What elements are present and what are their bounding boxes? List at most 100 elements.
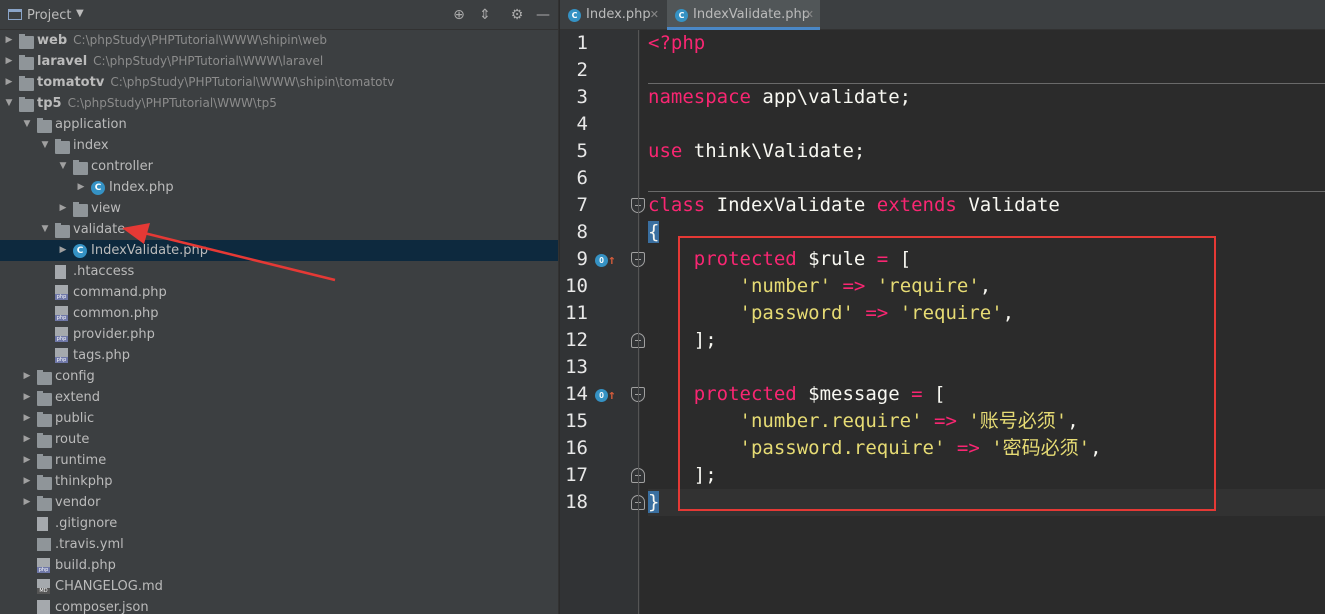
chevron-down-icon[interactable]: ▼ bbox=[22, 114, 32, 135]
tree-item-path: C:\phpStudy\PHPTutorial\WWW\shipin\tomat… bbox=[110, 75, 395, 89]
chevron-right-icon[interactable]: ▶ bbox=[22, 387, 32, 408]
code-token: , bbox=[979, 275, 992, 297]
tree-item[interactable]: ▶ web C:\phpStudy\PHPTutorial\WWW\shipin\w… bbox=[0, 30, 558, 51]
code-line[interactable] bbox=[648, 57, 1325, 84]
tree-item[interactable]: build.php bbox=[0, 555, 558, 576]
tree-item[interactable]: ▼ application bbox=[0, 114, 558, 135]
collapse-all-icon[interactable]: ⇕ bbox=[476, 6, 494, 24]
chevron-right-icon[interactable]: ▶ bbox=[22, 492, 32, 513]
tree-item[interactable]: provider.php bbox=[0, 324, 558, 345]
tree-item[interactable]: ▼ index bbox=[0, 135, 558, 156]
code-token: IndexValidate bbox=[705, 194, 877, 216]
chevron-right-icon[interactable]: ▶ bbox=[4, 72, 14, 93]
folder-icon bbox=[55, 223, 70, 238]
tree-item-path: C:\phpStudy\PHPTutorial\WWW\shipin\web bbox=[73, 33, 328, 47]
chevron-right-icon[interactable]: ▶ bbox=[4, 51, 14, 72]
tree-item[interactable]: .gitignore bbox=[0, 513, 558, 534]
gutter-line: 2 bbox=[560, 57, 640, 84]
tree-item[interactable]: composer.json bbox=[0, 597, 558, 614]
code-line[interactable]: ]; bbox=[648, 327, 1325, 354]
tree-item[interactable]: ▶ vendor bbox=[0, 492, 558, 513]
tree-item[interactable]: ▶ extend bbox=[0, 387, 558, 408]
gear-icon[interactable]: ⚙ bbox=[508, 6, 526, 24]
code-area[interactable]: 1 2 3 4 5 6 7 8 9 O ↑ 10 11 12 13 14 O ↑ 15 16 17 18 <?php nam… bbox=[560, 30, 1325, 614]
chevron-right-icon[interactable]: ▶ bbox=[22, 471, 32, 492]
code-line[interactable]: 'number.require' => '账号必须', bbox=[648, 408, 1325, 435]
tree-item[interactable]: ▶ public bbox=[0, 408, 558, 429]
php-file-icon bbox=[55, 285, 68, 300]
tree-item[interactable]: common.php bbox=[0, 303, 558, 324]
tree-item[interactable]: ▶ runtime bbox=[0, 450, 558, 471]
code-line[interactable]: 'password.require' => '密码必须', bbox=[648, 435, 1325, 462]
chevron-right-icon[interactable]: ▶ bbox=[76, 177, 86, 198]
tree-item[interactable]: ▶ thinkphp bbox=[0, 471, 558, 492]
tree-item[interactable]: ▼ controller bbox=[0, 156, 558, 177]
tree-item-label: tomatotv bbox=[37, 75, 105, 90]
chevron-right-icon[interactable]: ▶ bbox=[58, 240, 68, 261]
tree-item[interactable]: ▶ tomatotv C:\phpStudy\PHPTutorial\WWW\shi… bbox=[0, 72, 558, 93]
code-line[interactable]: 'password' => 'require', bbox=[648, 300, 1325, 327]
tree-item[interactable]: ▶ C IndexValidate.php bbox=[0, 240, 558, 261]
chevron-right-icon[interactable]: ▶ bbox=[4, 30, 14, 51]
code-line[interactable]: namespace app\validate; bbox=[648, 84, 1325, 111]
tree-item-text: provider.php bbox=[73, 324, 155, 345]
chevron-right-icon[interactable]: ▶ bbox=[22, 408, 32, 429]
code-line[interactable]: } bbox=[648, 489, 1325, 516]
chevron-down-icon[interactable]: ▼ bbox=[58, 156, 68, 177]
chevron-down-icon[interactable]: ▼ bbox=[40, 219, 50, 240]
code-line[interactable]: { bbox=[648, 219, 1325, 246]
tree-item-label: provider.php bbox=[73, 327, 155, 342]
tree-item[interactable]: ▶ laravel C:\phpStudy\PHPTutorial\WWW\lara… bbox=[0, 51, 558, 72]
tree-item[interactable]: .htaccess bbox=[0, 261, 558, 282]
project-icon bbox=[8, 9, 22, 20]
tree-item[interactable]: ▶ view bbox=[0, 198, 558, 219]
php-file-icon bbox=[55, 327, 68, 342]
tab-indexvalidate-php[interactable]: C IndexValidate.php ✕ bbox=[667, 0, 820, 30]
tree-item[interactable]: ▼ validate bbox=[0, 219, 558, 240]
tree-item[interactable]: .travis.yml bbox=[0, 534, 558, 555]
tree-item[interactable]: ▶ C Index.php bbox=[0, 177, 558, 198]
code-line[interactable]: class IndexValidate extends Validate bbox=[648, 192, 1325, 219]
tree-item[interactable]: CHANGELOG.md bbox=[0, 576, 558, 597]
hide-panel-icon[interactable]: — bbox=[534, 6, 552, 24]
chevron-right-icon[interactable]: ▶ bbox=[58, 198, 68, 219]
tree-item[interactable]: ▼ tp5 C:\phpStudy\PHPTutorial\WWW\tp5 bbox=[0, 93, 558, 114]
locate-target-icon[interactable]: ⊕ bbox=[450, 6, 468, 24]
tree-item-label: public bbox=[55, 411, 95, 426]
chevron-right-icon[interactable]: ▶ bbox=[22, 366, 32, 387]
code-line[interactable]: use think\Validate; bbox=[648, 138, 1325, 165]
code-line[interactable]: 'number' => 'require', bbox=[648, 273, 1325, 300]
chevron-down-icon[interactable]: ▼ bbox=[40, 135, 50, 156]
chevron-down-icon[interactable]: ▼ bbox=[76, 8, 84, 19]
tree-item[interactable]: command.php bbox=[0, 282, 558, 303]
chevron-right-icon[interactable]: ▶ bbox=[22, 429, 32, 450]
overrides-icon[interactable]: O bbox=[595, 254, 608, 267]
tree-item[interactable]: ▶ route bbox=[0, 429, 558, 450]
code-line[interactable]: protected $rule = [ bbox=[648, 246, 1325, 273]
code-line[interactable]: ]; bbox=[648, 462, 1325, 489]
code-line[interactable]: <?php bbox=[648, 30, 1325, 57]
folder-icon bbox=[37, 496, 52, 511]
line-number: 14 bbox=[565, 383, 588, 405]
project-view-selector[interactable]: Project bbox=[27, 8, 71, 23]
tree-item-label: common.php bbox=[73, 306, 159, 321]
close-icon[interactable]: ✕ bbox=[805, 0, 814, 30]
tree-item[interactable]: tags.php bbox=[0, 345, 558, 366]
code-line[interactable]: protected $message = [ bbox=[648, 381, 1325, 408]
code-line[interactable] bbox=[648, 354, 1325, 381]
arrow-up-icon[interactable]: ↑ bbox=[608, 382, 616, 409]
line-number: 2 bbox=[576, 59, 588, 81]
arrow-up-icon[interactable]: ↑ bbox=[608, 247, 616, 274]
overrides-icon[interactable]: O bbox=[595, 389, 608, 402]
code-line[interactable] bbox=[648, 165, 1325, 192]
line-number: 13 bbox=[565, 356, 588, 378]
chevron-down-icon[interactable]: ▼ bbox=[4, 93, 14, 114]
code-line[interactable] bbox=[648, 111, 1325, 138]
tab-index-php[interactable]: C Index.php ✕ bbox=[560, 0, 665, 30]
close-icon[interactable]: ✕ bbox=[650, 0, 659, 30]
tree-item[interactable]: ▶ config bbox=[0, 366, 558, 387]
chevron-right-icon[interactable]: ▶ bbox=[22, 450, 32, 471]
